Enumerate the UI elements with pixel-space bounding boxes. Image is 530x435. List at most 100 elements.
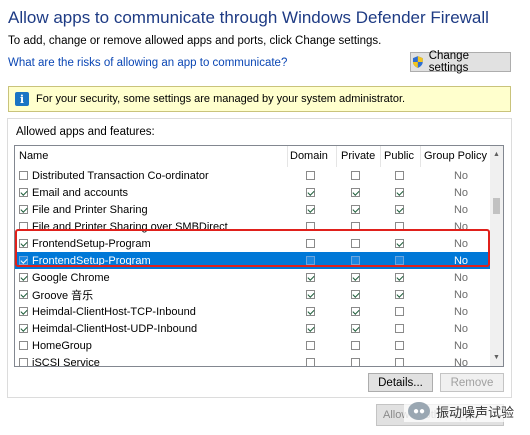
list-item[interactable]: Heimdal-ClientHost-UDP-Inbound No [15, 320, 491, 337]
scrollbar-thumb[interactable] [493, 198, 500, 214]
group-policy-value: No [453, 339, 469, 352]
domain-checkbox[interactable] [306, 341, 315, 350]
vertical-scrollbar[interactable]: ▲ ▼ [490, 146, 503, 366]
risks-link[interactable]: What are the risks of allowing an app to… [8, 57, 287, 69]
enable-checkbox[interactable] [19, 324, 28, 333]
public-checkbox[interactable] [395, 273, 404, 282]
app-name: Google Chrome [32, 271, 110, 284]
private-checkbox[interactable] [351, 171, 360, 180]
domain-checkbox[interactable] [306, 324, 315, 333]
private-checkbox[interactable] [351, 239, 360, 248]
column-header-name[interactable]: Name [19, 150, 48, 162]
window-title: Allow apps to communicate through Window… [8, 8, 489, 27]
enable-checkbox[interactable] [19, 171, 28, 180]
group-policy-value: No [453, 254, 469, 267]
private-checkbox[interactable] [351, 273, 360, 282]
app-name: iSCSI Service [32, 356, 100, 367]
public-checkbox[interactable] [395, 205, 404, 214]
info-icon: i [15, 92, 29, 106]
column-header-group-policy[interactable]: Group Policy [424, 150, 487, 162]
enable-checkbox[interactable] [19, 358, 28, 366]
group-policy-value: No [453, 288, 469, 301]
app-name: FrontendSetup-Program [32, 237, 151, 250]
domain-checkbox[interactable] [306, 171, 315, 180]
group-policy-value: No [453, 322, 469, 335]
public-checkbox[interactable] [395, 358, 404, 366]
domain-checkbox[interactable] [306, 273, 315, 282]
list-item[interactable]: FrontendSetup-Program No [15, 235, 491, 252]
column-header-public[interactable]: Public [384, 150, 414, 162]
enable-checkbox[interactable] [19, 205, 28, 214]
private-checkbox[interactable] [351, 290, 360, 299]
enable-checkbox[interactable] [19, 307, 28, 316]
domain-checkbox[interactable] [306, 256, 315, 265]
private-checkbox[interactable] [351, 358, 360, 366]
wechat-logo-icon: ●● [408, 402, 430, 420]
private-checkbox[interactable] [351, 256, 360, 265]
domain-checkbox[interactable] [306, 188, 315, 197]
change-settings-label: Change settings [428, 50, 469, 74]
list-item[interactable]: Groove 音乐 No [15, 286, 491, 303]
list-item[interactable]: Email and accounts No [15, 184, 491, 201]
info-bar-text: For your security, some settings are man… [36, 93, 406, 105]
group-policy-value: No [453, 203, 469, 216]
remove-button[interactable]: Remove [440, 373, 504, 392]
enable-checkbox[interactable] [19, 222, 28, 231]
private-checkbox[interactable] [351, 324, 360, 333]
public-checkbox[interactable] [395, 341, 404, 350]
public-checkbox[interactable] [395, 290, 404, 299]
enable-checkbox[interactable] [19, 341, 28, 350]
domain-checkbox[interactable] [306, 205, 315, 214]
change-settings-button[interactable]: Change settings [410, 50, 511, 74]
column-header-private[interactable]: Private [341, 150, 375, 162]
enable-checkbox[interactable] [19, 273, 28, 282]
details-button[interactable]: Details... [368, 373, 433, 392]
public-checkbox[interactable] [395, 307, 404, 316]
group-policy-value: No [453, 237, 469, 250]
private-checkbox[interactable] [351, 307, 360, 316]
enable-checkbox[interactable] [19, 290, 28, 299]
enable-checkbox[interactable] [19, 239, 28, 248]
domain-checkbox[interactable] [306, 222, 315, 231]
private-checkbox[interactable] [351, 205, 360, 214]
public-checkbox[interactable] [395, 256, 404, 265]
private-checkbox[interactable] [351, 188, 360, 197]
app-name: Heimdal-ClientHost-TCP-Inbound [32, 305, 196, 318]
private-checkbox[interactable] [351, 222, 360, 231]
column-divider [380, 146, 381, 167]
app-name: Groove 音乐 [32, 289, 94, 302]
group-policy-value: No [453, 356, 469, 367]
scroll-up-icon[interactable]: ▲ [490, 148, 503, 161]
list-item[interactable]: Heimdal-ClientHost-TCP-Inbound No [15, 303, 491, 320]
group-policy-value: No [453, 220, 469, 233]
window-subtitle: To add, change or remove allowed apps an… [8, 35, 382, 47]
public-checkbox[interactable] [395, 222, 404, 231]
list-item[interactable]: Google Chrome No [15, 269, 491, 286]
list-item[interactable]: File and Printer Sharing over SMBDirect N… [15, 218, 491, 235]
allowed-apps-label: Allowed apps and features: [16, 126, 155, 138]
public-checkbox[interactable] [395, 324, 404, 333]
group-policy-value: No [453, 186, 469, 199]
uac-shield-icon [412, 56, 423, 68]
column-header-domain[interactable]: Domain [290, 150, 328, 162]
allowed-apps-list[interactable]: Name Domain Private Public Group Policy … [14, 145, 504, 367]
enable-checkbox[interactable] [19, 256, 28, 265]
public-checkbox[interactable] [395, 188, 404, 197]
public-checkbox[interactable] [395, 239, 404, 248]
list-item[interactable]: FrontendSetup-Program No [15, 252, 491, 269]
list-item[interactable]: File and Printer Sharing No [15, 201, 491, 218]
public-checkbox[interactable] [395, 171, 404, 180]
domain-checkbox[interactable] [306, 290, 315, 299]
private-checkbox[interactable] [351, 341, 360, 350]
domain-checkbox[interactable] [306, 239, 315, 248]
list-item[interactable]: HomeGroup No [15, 337, 491, 354]
watermark-text: 振动噪声试验 [436, 404, 515, 420]
domain-checkbox[interactable] [306, 358, 315, 366]
list-item[interactable]: Distributed Transaction Co-ordinator No [15, 167, 491, 184]
list-item[interactable]: iSCSI Service No [15, 354, 491, 367]
scroll-down-icon[interactable]: ▼ [490, 351, 503, 364]
domain-checkbox[interactable] [306, 307, 315, 316]
column-divider [420, 146, 421, 167]
column-divider [336, 146, 337, 167]
enable-checkbox[interactable] [19, 188, 28, 197]
